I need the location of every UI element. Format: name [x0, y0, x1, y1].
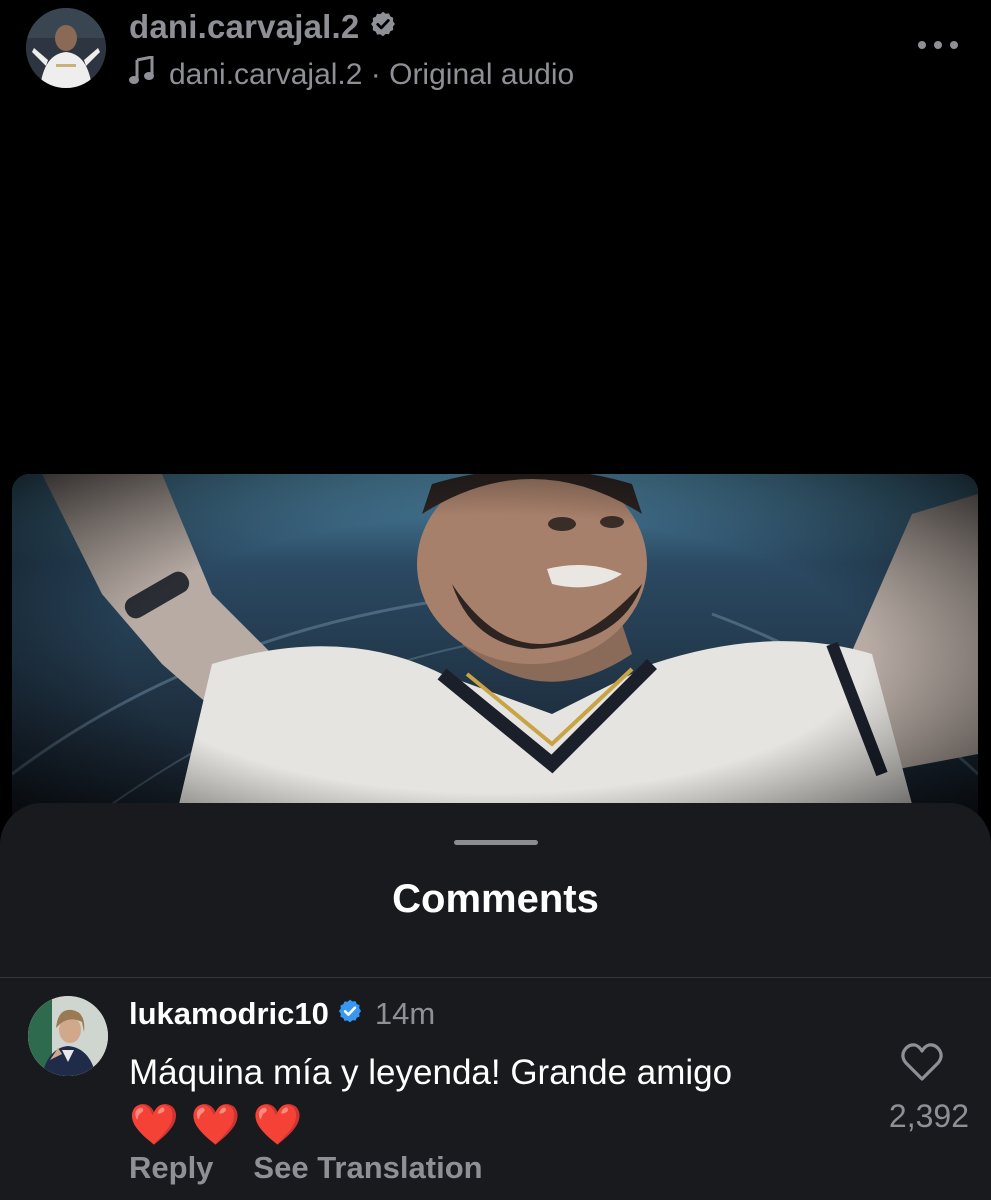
comment-body: Máquina mía y leyenda! Grande amigo ❤️ ❤…: [129, 1048, 849, 1148]
commenter-avatar[interactable]: [28, 996, 108, 1076]
more-horizontal-icon: [918, 41, 958, 49]
author-username[interactable]: dani.carvajal.2: [129, 8, 359, 46]
music-note-icon: [129, 55, 155, 94]
heart-emoji-icon: ❤️: [252, 1103, 303, 1147]
author-username-row[interactable]: dani.carvajal.2: [129, 8, 397, 46]
comment-timestamp: 14m: [374, 996, 436, 1031]
like-count: 2,392: [888, 1098, 969, 1134]
comment-emoji-row: ❤️ ❤️ ❤️: [129, 1102, 849, 1148]
heart-outline-icon: [901, 1043, 943, 1081]
see-translation-button[interactable]: See Translation: [253, 1150, 482, 1186]
commenter-username[interactable]: lukamodric10: [129, 996, 329, 1032]
comment-item: lukamodric10 14m Máquina mía y leyenda! …: [0, 978, 991, 1200]
video-still-image: [12, 474, 978, 834]
video-player[interactable]: [12, 474, 978, 834]
comment-actions: Reply See Translation: [129, 1150, 483, 1186]
heart-emoji-icon: ❤️: [190, 1103, 241, 1147]
comment-text: Máquina mía y leyenda! Grande amigo: [129, 1053, 733, 1092]
reply-button[interactable]: Reply: [129, 1150, 213, 1186]
heart-emoji-icon: ❤️: [129, 1103, 179, 1147]
more-options-button[interactable]: [915, 30, 961, 60]
sheet-title: Comments: [392, 877, 599, 921]
audio-label[interactable]: dani.carvajal.2 · Original audio: [169, 58, 574, 92]
comments-sheet: Comments lukamodric10 14m Máquina mía y …: [0, 803, 991, 1200]
comment-header: lukamodric10 14m: [129, 996, 435, 1032]
author-avatar[interactable]: [26, 8, 106, 88]
verified-badge-icon: [337, 996, 363, 1032]
audio-info[interactable]: dani.carvajal.2 · Original audio: [129, 55, 574, 94]
like-button[interactable]: [900, 1042, 944, 1082]
post-header: dani.carvajal.2 dani.carvajal.2 · Origin…: [0, 0, 991, 110]
sheet-grabber-handle[interactable]: [454, 840, 538, 845]
verified-badge-icon: [369, 8, 397, 46]
